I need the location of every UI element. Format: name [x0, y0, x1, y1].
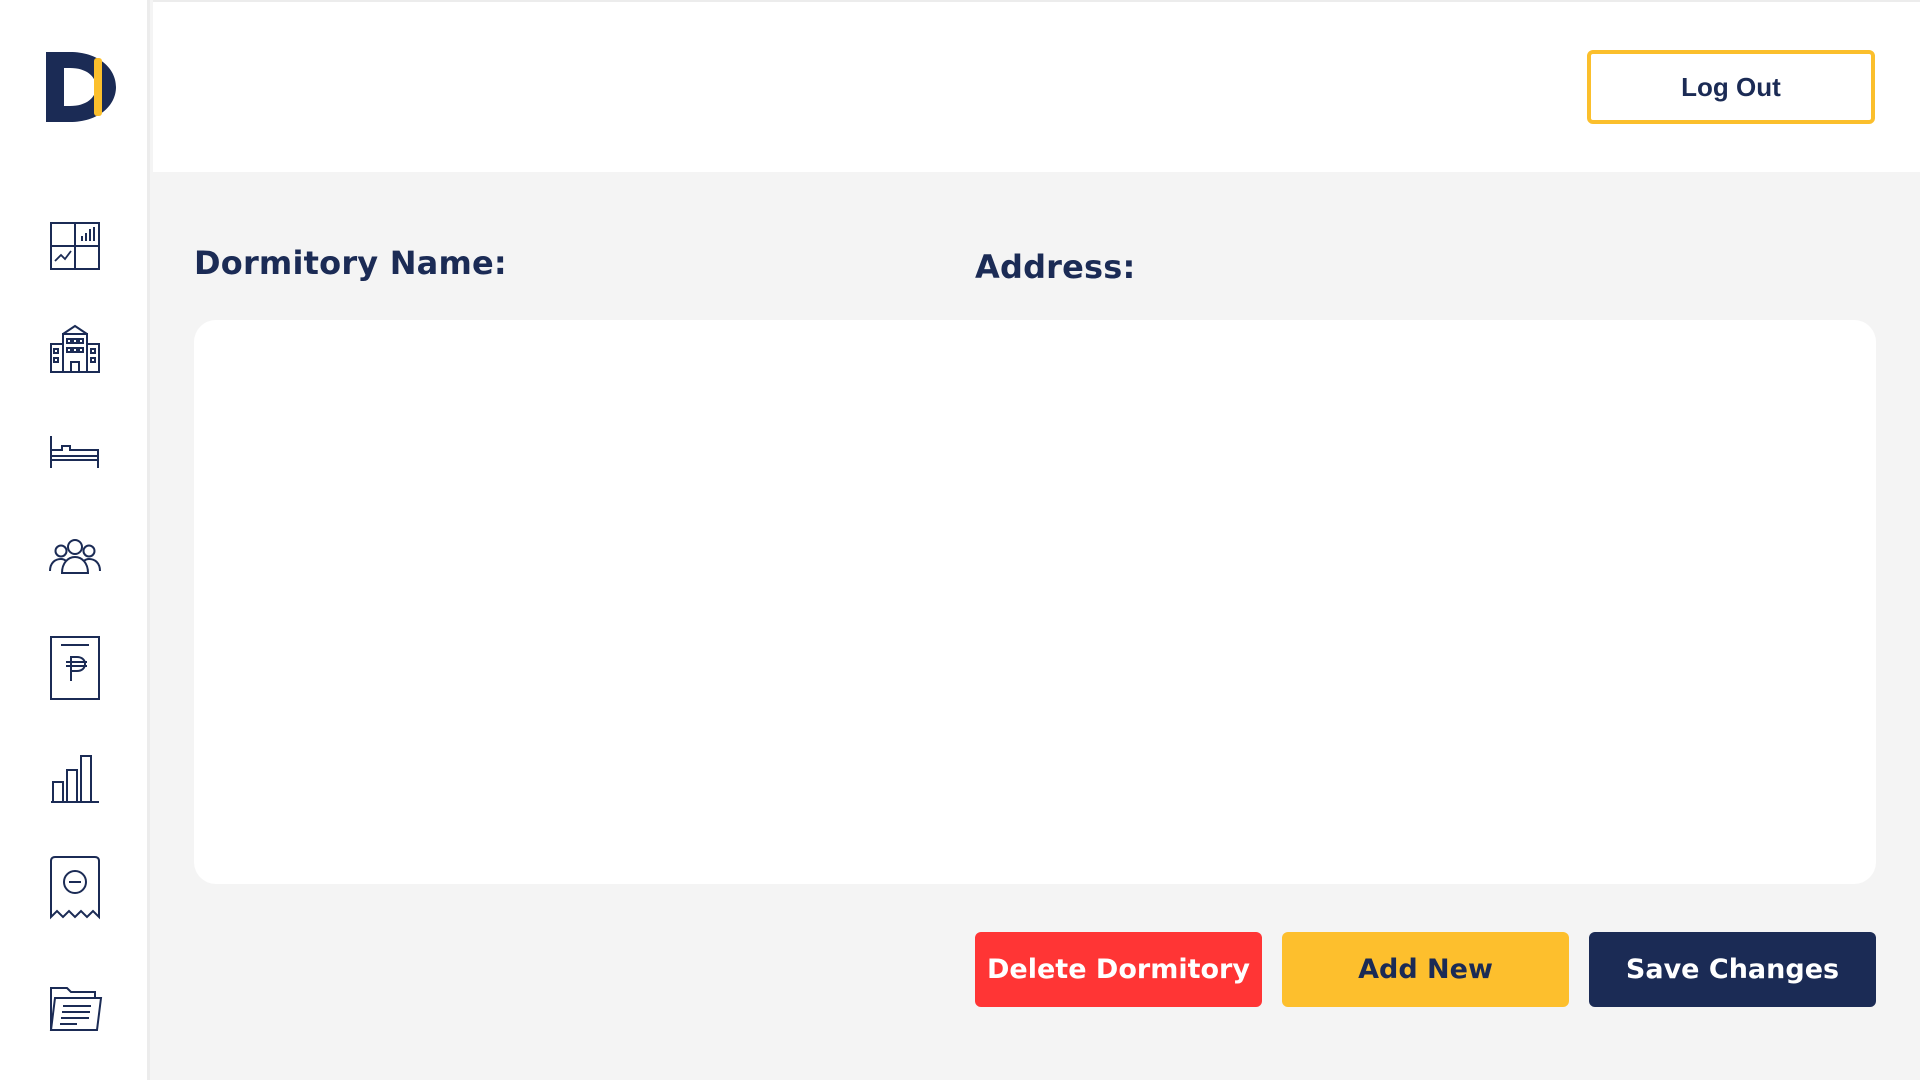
bed-icon: [48, 432, 102, 472]
sidebar-item-payments[interactable]: [35, 628, 115, 708]
peso-document-icon: [49, 635, 101, 701]
sidebar-item-records[interactable]: [35, 968, 115, 1048]
address-label: Address:: [975, 248, 1136, 286]
building-icon: [49, 322, 101, 374]
people-icon: [48, 535, 102, 577]
top-header: Log Out: [153, 0, 1920, 172]
delete-dormitory-button[interactable]: Delete Dormitory: [975, 932, 1262, 1007]
expense-receipt-icon: [49, 855, 101, 921]
sidebar-item-reports[interactable]: [35, 738, 115, 818]
logout-button[interactable]: Log Out: [1587, 50, 1875, 124]
sidebar-item-expenses[interactable]: [35, 848, 115, 928]
folder-icon: [47, 982, 103, 1034]
sidebar-item-dormitories[interactable]: [35, 308, 115, 388]
dormitory-logo[interactable]: [44, 50, 118, 124]
sidebar: [0, 0, 150, 1080]
sidebar-item-rooms[interactable]: [35, 412, 115, 492]
dormitory-name-label: Dormitory Name:: [194, 244, 507, 282]
save-changes-button[interactable]: Save Changes: [1589, 932, 1876, 1007]
add-new-button[interactable]: Add New: [1282, 932, 1569, 1007]
dashboard-icon: [49, 221, 101, 271]
bar-chart-icon: [49, 752, 101, 804]
dormitory-details-panel: [194, 320, 1876, 884]
sidebar-item-dashboard[interactable]: [35, 206, 115, 286]
sidebar-item-tenants[interactable]: [35, 516, 115, 596]
